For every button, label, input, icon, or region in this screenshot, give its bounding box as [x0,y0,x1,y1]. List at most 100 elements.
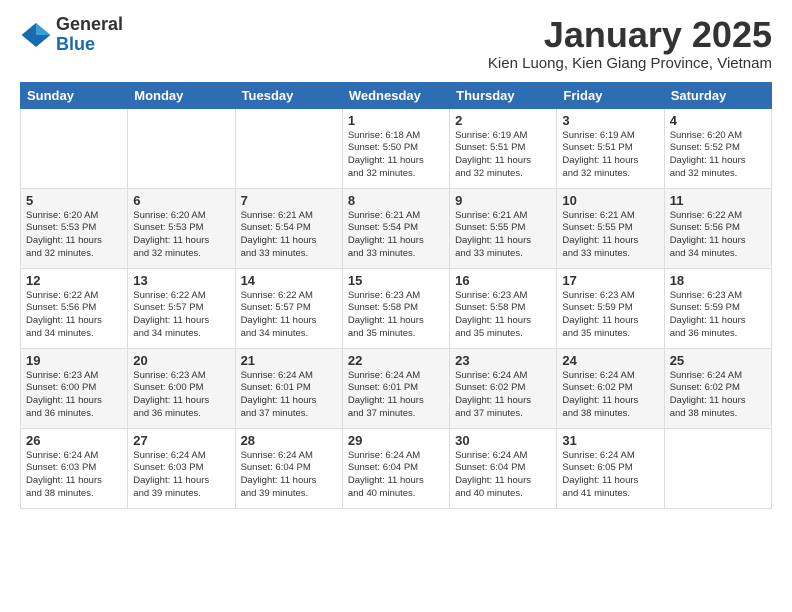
logo-icon [20,19,52,51]
calendar-cell: 3 Sunrise: 6:19 AM Sunset: 5:51 PM Daylig… [557,108,664,188]
calendar: SundayMondayTuesdayWednesdayThursdayFrid… [20,82,772,509]
day-info: Sunrise: 6:23 AM Sunset: 5:59 PM Dayligh… [670,290,766,341]
day-info: Sunrise: 6:23 AM Sunset: 6:00 PM Dayligh… [133,370,229,421]
day-info: Sunrise: 6:21 AM Sunset: 5:54 PM Dayligh… [241,210,337,261]
location-subtitle: Kien Luong, Kien Giang Province, Vietnam [488,55,772,72]
calendar-cell: 31 Sunrise: 6:24 AM Sunset: 6:05 PM Dayli… [557,428,664,508]
day-number: 29 [348,433,444,448]
day-info: Sunrise: 6:23 AM Sunset: 6:00 PM Dayligh… [26,370,122,421]
calendar-cell: 26 Sunrise: 6:24 AM Sunset: 6:03 PM Dayli… [21,428,128,508]
day-number: 30 [455,433,551,448]
calendar-cell: 25 Sunrise: 6:24 AM Sunset: 6:02 PM Dayli… [664,348,771,428]
title-block: January 2025 Kien Luong, Kien Giang Prov… [488,15,772,72]
day-number: 21 [241,353,337,368]
day-info: Sunrise: 6:20 AM Sunset: 5:53 PM Dayligh… [133,210,229,261]
week-row-1: 1 Sunrise: 6:18 AM Sunset: 5:50 PM Daylig… [21,108,772,188]
day-info: Sunrise: 6:20 AM Sunset: 5:52 PM Dayligh… [670,130,766,181]
day-info: Sunrise: 6:24 AM Sunset: 6:03 PM Dayligh… [26,450,122,501]
day-number: 16 [455,273,551,288]
day-number: 12 [26,273,122,288]
header-thursday: Thursday [450,82,557,108]
calendar-cell: 1 Sunrise: 6:18 AM Sunset: 5:50 PM Daylig… [342,108,449,188]
day-info: Sunrise: 6:21 AM Sunset: 5:55 PM Dayligh… [455,210,551,261]
day-info: Sunrise: 6:24 AM Sunset: 6:01 PM Dayligh… [348,370,444,421]
day-info: Sunrise: 6:24 AM Sunset: 6:04 PM Dayligh… [241,450,337,501]
logo-general-text: General [56,15,123,35]
calendar-cell: 6Sunrise: 6:20 AM Sunset: 5:53 PM Daylig… [128,188,235,268]
calendar-cell: 9 Sunrise: 6:21 AM Sunset: 5:55 PM Daylig… [450,188,557,268]
calendar-cell [664,428,771,508]
calendar-cell: 8 Sunrise: 6:21 AM Sunset: 5:54 PM Daylig… [342,188,449,268]
calendar-cell: 5Sunrise: 6:20 AM Sunset: 5:53 PM Daylig… [21,188,128,268]
day-number: 1 [348,113,444,128]
day-number: 7 [241,193,337,208]
day-number: 15 [348,273,444,288]
calendar-cell: 17Sunrise: 6:23 AM Sunset: 5:59 PM Dayli… [557,268,664,348]
day-number: 14 [241,273,337,288]
calendar-cell [235,108,342,188]
calendar-cell: 11 Sunrise: 6:22 AM Sunset: 5:56 PM Dayli… [664,188,771,268]
header-saturday: Saturday [664,82,771,108]
calendar-cell: 12 Sunrise: 6:22 AM Sunset: 5:56 PM Dayli… [21,268,128,348]
calendar-cell: 20 Sunrise: 6:23 AM Sunset: 6:00 PM Dayli… [128,348,235,428]
calendar-cell: 13 Sunrise: 6:22 AM Sunset: 5:57 PM Dayli… [128,268,235,348]
header-tuesday: Tuesday [235,82,342,108]
day-info: Sunrise: 6:23 AM Sunset: 5:58 PM Dayligh… [348,290,444,341]
logo: General Blue [20,15,123,55]
calendar-cell: 18Sunrise: 6:23 AM Sunset: 5:59 PM Dayli… [664,268,771,348]
day-info: Sunrise: 6:24 AM Sunset: 6:03 PM Dayligh… [133,450,229,501]
calendar-cell: 28 Sunrise: 6:24 AM Sunset: 6:04 PM Dayli… [235,428,342,508]
day-number: 22 [348,353,444,368]
day-number: 11 [670,193,766,208]
day-info: Sunrise: 6:22 AM Sunset: 5:57 PM Dayligh… [133,290,229,341]
day-number: 9 [455,193,551,208]
day-info: Sunrise: 6:24 AM Sunset: 6:04 PM Dayligh… [455,450,551,501]
day-number: 27 [133,433,229,448]
page: General Blue January 2025 Kien Luong, Ki… [0,0,792,612]
day-info: Sunrise: 6:21 AM Sunset: 5:55 PM Dayligh… [562,210,658,261]
calendar-header-row: SundayMondayTuesdayWednesdayThursdayFrid… [21,82,772,108]
month-title: January 2025 [488,15,772,55]
day-info: Sunrise: 6:18 AM Sunset: 5:50 PM Dayligh… [348,130,444,181]
day-info: Sunrise: 6:19 AM Sunset: 5:51 PM Dayligh… [562,130,658,181]
calendar-cell: 23Sunrise: 6:24 AM Sunset: 6:02 PM Dayli… [450,348,557,428]
day-number: 31 [562,433,658,448]
day-number: 2 [455,113,551,128]
calendar-cell [21,108,128,188]
week-row-3: 12 Sunrise: 6:22 AM Sunset: 5:56 PM Dayli… [21,268,772,348]
day-info: Sunrise: 6:24 AM Sunset: 6:02 PM Dayligh… [562,370,658,421]
calendar-cell: 21 Sunrise: 6:24 AM Sunset: 6:01 PM Dayli… [235,348,342,428]
day-number: 20 [133,353,229,368]
day-info: Sunrise: 6:19 AM Sunset: 5:51 PM Dayligh… [455,130,551,181]
header-wednesday: Wednesday [342,82,449,108]
day-info: Sunrise: 6:24 AM Sunset: 6:04 PM Dayligh… [348,450,444,501]
day-number: 26 [26,433,122,448]
day-info: Sunrise: 6:22 AM Sunset: 5:56 PM Dayligh… [670,210,766,261]
calendar-cell: 27 Sunrise: 6:24 AM Sunset: 6:03 PM Dayli… [128,428,235,508]
calendar-cell: 22 Sunrise: 6:24 AM Sunset: 6:01 PM Dayli… [342,348,449,428]
calendar-cell: 29 Sunrise: 6:24 AM Sunset: 6:04 PM Dayli… [342,428,449,508]
day-info: Sunrise: 6:22 AM Sunset: 5:56 PM Dayligh… [26,290,122,341]
calendar-cell: 2 Sunrise: 6:19 AM Sunset: 5:51 PM Daylig… [450,108,557,188]
day-number: 25 [670,353,766,368]
day-info: Sunrise: 6:22 AM Sunset: 5:57 PM Dayligh… [241,290,337,341]
day-number: 23 [455,353,551,368]
header-friday: Friday [557,82,664,108]
day-number: 24 [562,353,658,368]
calendar-cell: 16Sunrise: 6:23 AM Sunset: 5:58 PM Dayli… [450,268,557,348]
day-info: Sunrise: 6:24 AM Sunset: 6:05 PM Dayligh… [562,450,658,501]
logo-text: General Blue [56,15,123,55]
header-sunday: Sunday [21,82,128,108]
day-number: 3 [562,113,658,128]
day-number: 8 [348,193,444,208]
day-number: 13 [133,273,229,288]
week-row-4: 19Sunrise: 6:23 AM Sunset: 6:00 PM Dayli… [21,348,772,428]
day-info: Sunrise: 6:21 AM Sunset: 5:54 PM Dayligh… [348,210,444,261]
calendar-cell: 24 Sunrise: 6:24 AM Sunset: 6:02 PM Dayli… [557,348,664,428]
calendar-cell: 14 Sunrise: 6:22 AM Sunset: 5:57 PM Dayli… [235,268,342,348]
day-number: 28 [241,433,337,448]
day-info: Sunrise: 6:24 AM Sunset: 6:02 PM Dayligh… [670,370,766,421]
week-row-2: 5Sunrise: 6:20 AM Sunset: 5:53 PM Daylig… [21,188,772,268]
logo-blue-text: Blue [56,35,123,55]
day-info: Sunrise: 6:24 AM Sunset: 6:01 PM Dayligh… [241,370,337,421]
